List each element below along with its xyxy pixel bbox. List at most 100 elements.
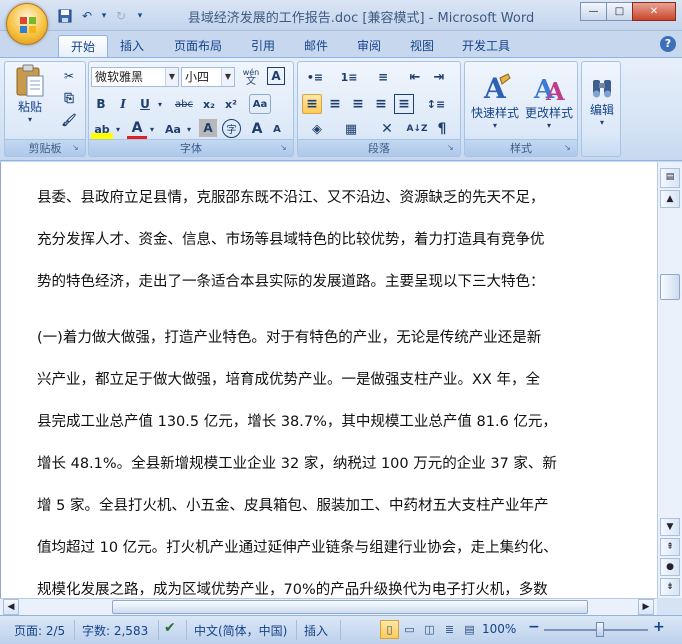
align-left-button[interactable]: ≡: [302, 94, 322, 114]
enclose-characters-button[interactable]: 字: [222, 119, 241, 138]
scroll-down-button[interactable]: ▼: [660, 518, 680, 536]
proofing-icon[interactable]: ✔: [164, 620, 176, 636]
zoom-in-button[interactable]: +: [653, 619, 665, 635]
line-spacing-button[interactable]: ↕≡: [420, 94, 452, 114]
tab-insert[interactable]: 插入: [108, 35, 156, 58]
font-launcher-icon[interactable]: ↘: [280, 143, 290, 153]
editing-button[interactable]: 编辑 ▾: [584, 64, 620, 138]
tab-review[interactable]: 审阅: [345, 35, 393, 58]
document-page[interactable]: 县委、县政府立足县情，克服邵东既不沿江、又不沿边、资源缺乏的先天不足， 充分发挥…: [0, 162, 657, 598]
chinese-layout-button[interactable]: ✕: [372, 119, 402, 139]
change-case-button[interactable]: Aa: [161, 119, 185, 139]
document-line[interactable]: 势的特色经济，走出了一条适合本县实际的发展道路。主要呈现以下三大特色：: [37, 270, 545, 291]
highlight-dropdown-icon[interactable]: ▾: [113, 119, 123, 139]
italic-button[interactable]: I: [113, 94, 133, 114]
font-name-dropdown-icon[interactable]: ▼: [165, 68, 178, 86]
editing-dropdown-icon[interactable]: ▾: [600, 118, 604, 127]
minimize-button[interactable]: —: [580, 2, 607, 21]
tab-view[interactable]: 视图: [398, 35, 446, 58]
insert-mode-indicator[interactable]: 插入: [304, 622, 328, 639]
distributed-button[interactable]: ≡: [394, 94, 414, 114]
vertical-scroll-thumb[interactable]: [660, 274, 680, 300]
copy-icon[interactable]: ⎘: [59, 88, 79, 108]
sort-button[interactable]: A↓Z: [406, 119, 428, 139]
character-shading-button[interactable]: A: [199, 119, 217, 137]
quick-styles-dropdown-icon[interactable]: ▾: [493, 121, 497, 130]
full-screen-reading-view-icon[interactable]: ▭: [400, 620, 419, 639]
underline-button[interactable]: U: [135, 94, 155, 114]
editing-group[interactable]: 编辑 ▾: [581, 61, 621, 157]
scroll-right-button[interactable]: ▶: [638, 599, 654, 615]
draft-view-icon[interactable]: ▤: [460, 620, 479, 639]
horizontal-scrollbar[interactable]: ◀ ▶: [0, 598, 657, 615]
print-layout-view-icon[interactable]: ▯: [380, 620, 399, 639]
change-styles-dropdown-icon[interactable]: ▾: [547, 121, 551, 130]
justify-button[interactable]: ≡: [371, 94, 391, 114]
format-painter-icon[interactable]: 🖌: [59, 110, 79, 130]
zoom-level[interactable]: 100%: [482, 622, 516, 636]
previous-page-button[interactable]: ⇞: [660, 538, 680, 556]
bullets-button[interactable]: •≡: [300, 67, 330, 87]
tab-references[interactable]: 引用: [239, 35, 287, 58]
document-line[interactable]: 增 5 家。全县打火机、小五金、皮具箱包、服装加工、中药材五大支柱产业年产: [37, 494, 548, 515]
tab-home[interactable]: 开始: [58, 35, 109, 58]
increase-indent-button[interactable]: ⇥: [428, 67, 450, 87]
web-layout-view-icon[interactable]: ◫: [420, 620, 439, 639]
language-indicator[interactable]: 中文(简体，中国): [194, 622, 287, 639]
horizontal-scroll-thumb[interactable]: [112, 600, 588, 614]
word-count[interactable]: 字数: 2,583: [82, 622, 148, 639]
character-border-button[interactable]: A: [267, 67, 285, 85]
paste-button[interactable]: 粘贴 ▾: [9, 64, 51, 124]
change-styles-button[interactable]: A A 更改样式 ▾: [521, 64, 577, 138]
multilevel-list-button[interactable]: ≡: [368, 67, 398, 87]
font-color-dropdown-icon[interactable]: ▾: [147, 119, 157, 139]
vertical-scrollbar[interactable]: ▤ ▲ ▼ ⇞ ● ⇟: [657, 162, 682, 598]
quick-styles-button[interactable]: A 快速样式 ▾: [467, 64, 523, 138]
document-line[interactable]: 兴产业，都立足于做大做强，培育成优势产业。一是做强支柱产业。XX 年，全: [37, 368, 540, 389]
show-marks-button[interactable]: ¶: [432, 119, 452, 139]
tab-mailings[interactable]: 邮件: [292, 35, 340, 58]
ruler-toggle-icon[interactable]: ▤: [660, 168, 680, 188]
font-color-button[interactable]: A: [127, 119, 147, 139]
align-right-button[interactable]: ≡: [348, 94, 368, 114]
decrease-indent-button[interactable]: ⇤: [404, 67, 426, 87]
paragraph-launcher-icon[interactable]: ↘: [447, 143, 457, 153]
outline-view-icon[interactable]: ≣: [440, 620, 459, 639]
shading-button[interactable]: ◈: [302, 119, 332, 139]
font-size-dropdown-icon[interactable]: ▼: [221, 68, 234, 86]
maximize-button[interactable]: □: [606, 2, 633, 21]
document-line[interactable]: 增长 48.1%。全县新增规模工业企业 32 家，纳税过 100 万元的企业 3…: [37, 452, 557, 473]
styles-launcher-icon[interactable]: ↘: [564, 143, 574, 153]
page-count[interactable]: 页面: 2/5: [14, 622, 65, 639]
document-line[interactable]: 充分发挥人才、资金、信息、市场等县域特色的比较优势，着力打造具有竞争优: [37, 228, 545, 249]
font-size-combo[interactable]: 小四 ▼: [181, 67, 235, 87]
shrink-font-button[interactable]: A: [267, 119, 287, 139]
font-name-combo[interactable]: 微软雅黑 ▼: [91, 67, 179, 87]
align-center-button[interactable]: ≡: [325, 94, 345, 114]
document-line[interactable]: (一)着力做大做强，打造产业特色。对于有特色的产业，无论是传统产业还是新: [37, 326, 541, 347]
clipboard-launcher-icon[interactable]: ↘: [72, 143, 82, 153]
numbering-button[interactable]: 1≡: [334, 67, 364, 87]
office-button[interactable]: [6, 3, 48, 45]
next-page-button[interactable]: ⇟: [660, 578, 680, 596]
subscript-button[interactable]: x₂: [199, 94, 219, 114]
document-line[interactable]: 值均超过 10 亿元。打火机产业通过延伸产业链条与组建行业协会，走上集约化、: [37, 536, 558, 557]
borders-button[interactable]: ▦: [336, 119, 366, 139]
document-line[interactable]: 县完成工业总产值 130.5 亿元，增长 38.7%，其中规模工业总产值 81.…: [37, 410, 557, 431]
close-button[interactable]: ✕: [632, 2, 676, 21]
select-browse-object-button[interactable]: ●: [660, 558, 680, 576]
grow-font-button[interactable]: A: [247, 119, 267, 139]
phonetic-guide-button[interactable]: wén 文: [239, 67, 263, 87]
strikethrough-button[interactable]: abc: [171, 94, 197, 114]
text-highlight-button[interactable]: ab: [91, 119, 113, 139]
change-case-dropdown-icon[interactable]: ▾: [185, 119, 193, 139]
zoom-out-button[interactable]: −: [528, 619, 540, 635]
tab-developer[interactable]: 开发工具: [450, 35, 522, 58]
superscript-button[interactable]: x²: [221, 94, 241, 114]
scroll-up-button[interactable]: ▲: [660, 190, 680, 208]
paste-dropdown-icon[interactable]: ▾: [28, 115, 32, 124]
bold-button[interactable]: B: [91, 94, 111, 114]
tab-page-layout[interactable]: 页面布局: [162, 35, 234, 58]
document-line[interactable]: 县委、县政府立足县情，克服邵东既不沿江、又不沿边、资源缺乏的先天不足，: [37, 186, 545, 207]
cut-icon[interactable]: ✂: [59, 66, 79, 86]
